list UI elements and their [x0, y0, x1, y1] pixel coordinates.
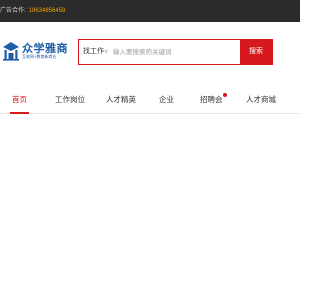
- nav-item-talent[interactable]: 人才精英: [106, 84, 136, 114]
- nav-item-label: 工作岗位: [55, 95, 85, 104]
- nav-item-jobs[interactable]: 工作岗位: [55, 84, 85, 114]
- chevron-down-icon[interactable]: ∨: [104, 40, 108, 64]
- ad-label: 广告合作:: [0, 8, 26, 14]
- site-header: 众学雅商 互联网+教育新商业 找工作 ∨ 搜索: [0, 22, 300, 84]
- nav-item-job-fair[interactable]: 招聘会: [200, 84, 227, 114]
- nav-item-label: 人才精英: [106, 95, 136, 104]
- main-nav: 首页 工作岗位 人才精英 企业 招聘会 人才商城: [0, 84, 300, 114]
- nav-item-talent-mall[interactable]: 人才商城: [246, 84, 276, 114]
- search-button[interactable]: 搜索: [240, 40, 272, 64]
- nav-item-companies[interactable]: 企业: [159, 84, 174, 114]
- site-logo[interactable]: 众学雅商 互联网+教育新商业: [2, 39, 72, 65]
- nav-item-label: 人才商城: [246, 95, 276, 104]
- top-bar: 广告合作: 18634856459: [0, 0, 300, 22]
- search-type-select[interactable]: 找工作: [83, 40, 104, 64]
- notification-dot: [222, 93, 227, 97]
- search-box: 找工作 ∨ 搜索: [78, 39, 273, 65]
- nav-item-label: 企业: [159, 95, 174, 104]
- active-tab-indicator: [10, 112, 29, 114]
- search-input[interactable]: [113, 44, 233, 60]
- nav-item-label: 首页: [12, 95, 27, 104]
- logo-slogan: 互联网+教育新商业: [22, 54, 57, 59]
- ad-contact: 广告合作: 18634856459: [0, 0, 65, 22]
- graduation-cap-house-icon: [3, 42, 19, 61]
- nav-item-home[interactable]: 首页: [10, 84, 29, 114]
- nav-item-label: 招聘会: [200, 95, 223, 104]
- ad-phone[interactable]: 18634856459: [29, 8, 66, 14]
